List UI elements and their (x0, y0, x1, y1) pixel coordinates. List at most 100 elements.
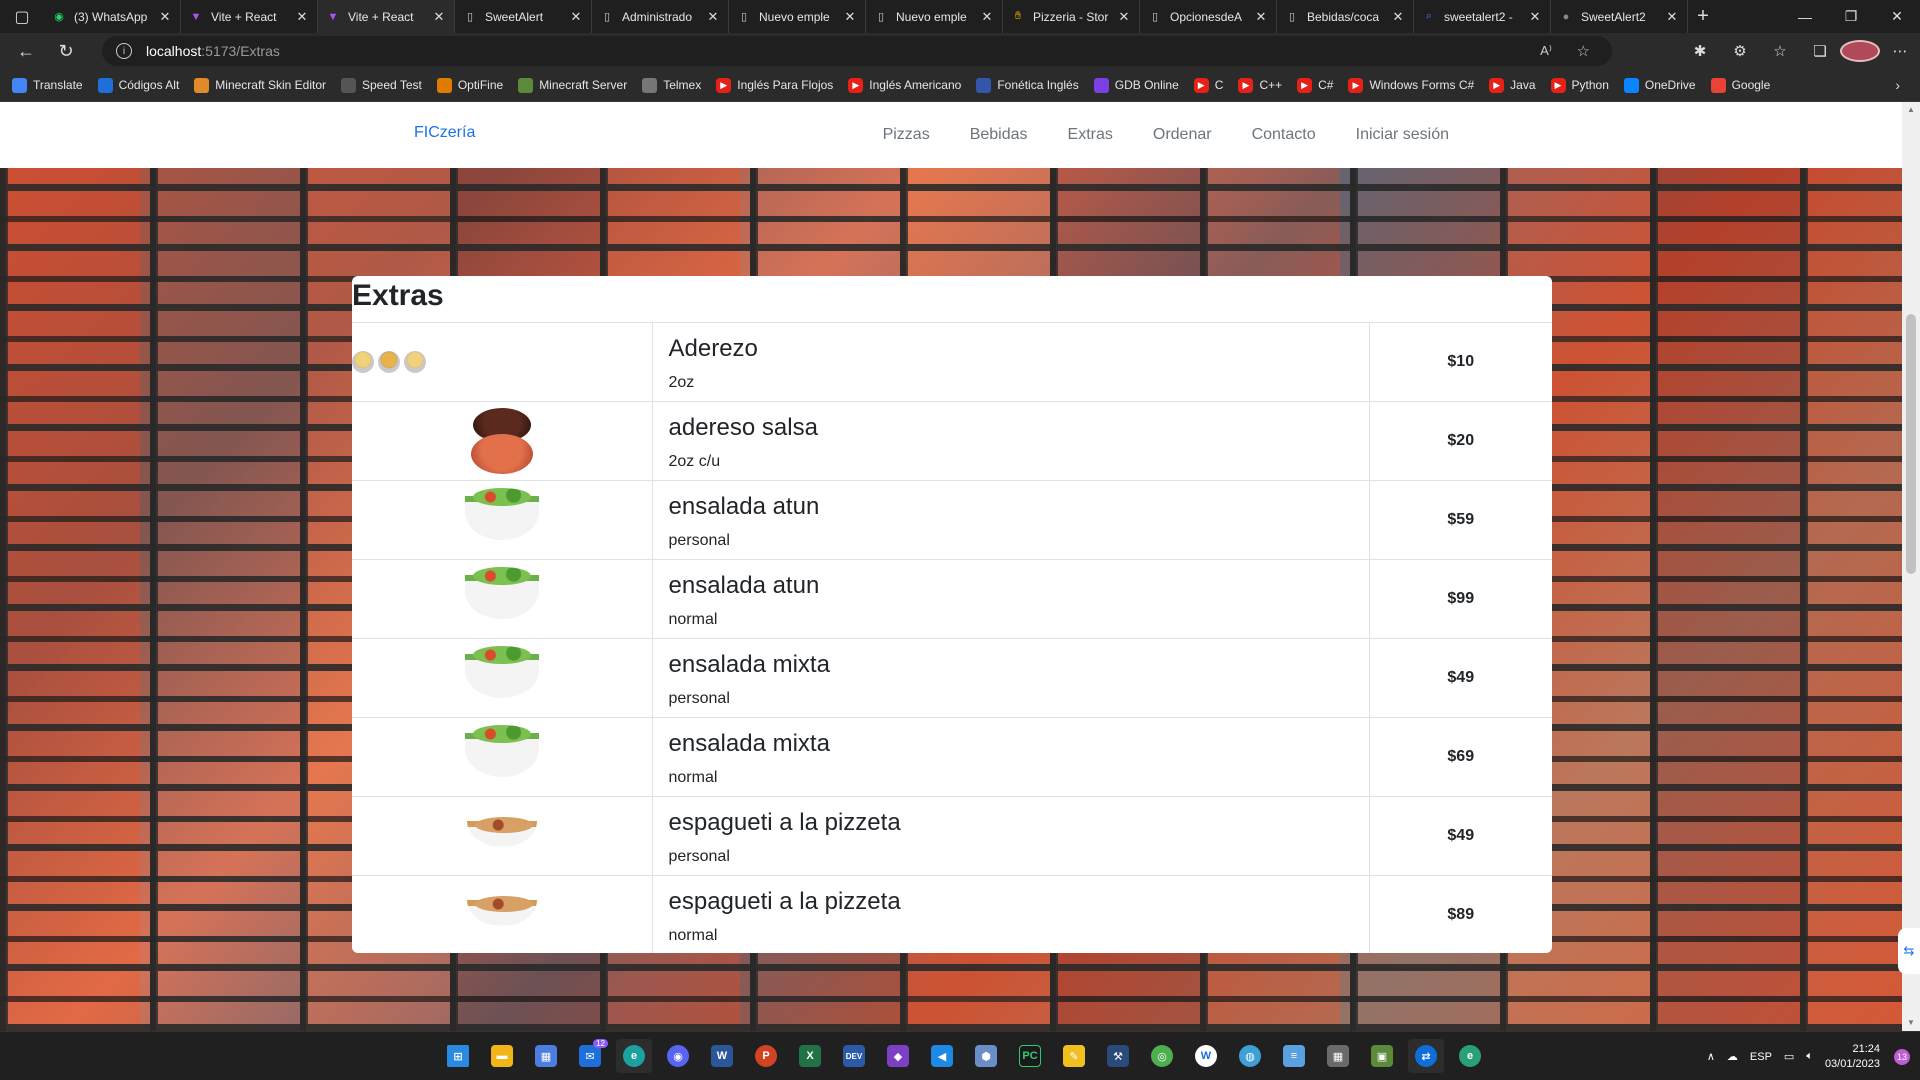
tab-3[interactable]: ▯ SweetAlert ✕ (455, 0, 592, 33)
collections-icon[interactable]: ❏ (1800, 42, 1840, 60)
start-icon[interactable]: ⊞ (440, 1039, 476, 1073)
favorite-13[interactable]: ▶ C# (1297, 77, 1333, 93)
nav-link-contacto[interactable]: Contacto (1232, 126, 1336, 144)
nav-link-ordenar[interactable]: Ordenar (1133, 126, 1232, 144)
network-icon[interactable]: ▭ (1784, 1050, 1794, 1063)
pycharm-icon[interactable]: PC (1012, 1039, 1048, 1073)
powerpoint-icon[interactable]: P (748, 1039, 784, 1073)
close-tab-icon[interactable]: ✕ (843, 9, 857, 25)
favorite-9[interactable]: Fonética Inglés (976, 77, 1079, 93)
devcpp-icon[interactable]: DEV (836, 1039, 872, 1073)
scroll-down-icon[interactable]: ▼ (1902, 1015, 1920, 1031)
tab-actions-icon[interactable]: ▢ (0, 0, 44, 33)
tab-6[interactable]: ▯ Nuevo emple ✕ (866, 0, 1003, 33)
favorites-icon[interactable]: ☆ (1760, 42, 1800, 60)
close-tab-icon[interactable]: ✕ (706, 9, 720, 25)
tab-4[interactable]: ▯ Administrado ✕ (592, 0, 729, 33)
favorite-18[interactable]: Google (1710, 77, 1770, 93)
app-w-icon[interactable]: W (1188, 1039, 1224, 1073)
teamviewer-icon[interactable]: ⇄ (1408, 1039, 1444, 1073)
extension-icon[interactable]: ✱ (1680, 42, 1720, 60)
nav-link-pizzas[interactable]: Pizzas (863, 126, 950, 144)
scroll-thumb[interactable] (1906, 314, 1916, 574)
profile-avatar[interactable] (1840, 40, 1880, 62)
close-tab-icon[interactable]: ✕ (569, 9, 583, 25)
favorite-6[interactable]: Telmex (642, 77, 701, 93)
more-menu-icon[interactable]: ⋯ (1880, 42, 1920, 60)
close-tab-icon[interactable]: ✕ (158, 9, 172, 25)
discord-icon[interactable]: ◉ (660, 1039, 696, 1073)
tab-8[interactable]: ▯ OpcionesdeA ✕ (1140, 0, 1277, 33)
favorite-17[interactable]: OneDrive (1623, 77, 1696, 93)
file-explorer-icon[interactable]: ▬ (484, 1039, 520, 1073)
sidebar-toggle-icon[interactable]: ⇆ (1898, 928, 1920, 974)
language-indicator[interactable]: ESP (1750, 1051, 1772, 1063)
brand-link[interactable]: FICzería (414, 124, 475, 142)
clock[interactable]: 21:24 03/01/2023 (1825, 1042, 1880, 1072)
tab-1[interactable]: ▼ Vite + React ✕ (181, 0, 318, 33)
favorite-5[interactable]: Minecraft Server (518, 77, 627, 93)
extensions-puzzle-icon[interactable]: ⚙ (1720, 42, 1760, 60)
minecraft-icon[interactable]: ▣ (1364, 1039, 1400, 1073)
mail-icon[interactable]: ✉ 12 (572, 1039, 608, 1073)
tab-11[interactable]: ● SweetAlert2 ✕ (1551, 0, 1688, 33)
close-window-icon[interactable]: ✕ (1874, 0, 1920, 33)
favorite-star-icon[interactable]: ☆ (1577, 42, 1590, 60)
favorite-16[interactable]: ▶ Python (1550, 77, 1609, 93)
edge-dev-icon[interactable]: e (1452, 1039, 1488, 1073)
tab-10[interactable]: ⌕ sweetalert2 - ✕ (1414, 0, 1551, 33)
nav-link-extras[interactable]: Extras (1048, 126, 1133, 144)
nav-link-iniciar-sesi-n[interactable]: Iniciar sesión (1336, 126, 1469, 144)
new-tab-button[interactable]: + (1688, 0, 1718, 33)
favorite-8[interactable]: ▶ Inglés Americano (848, 77, 961, 93)
notepad-icon[interactable]: ≡ (1276, 1039, 1312, 1073)
favorite-14[interactable]: ▶ Windows Forms C# (1348, 77, 1474, 93)
word-icon[interactable]: W (704, 1039, 740, 1073)
tab-7[interactable]: ✋︎ Pizzeria - Stor ✕ (1003, 0, 1140, 33)
favorite-10[interactable]: GDB Online (1093, 77, 1179, 93)
close-tab-icon[interactable]: ✕ (1528, 9, 1542, 25)
geany-icon[interactable]: ✎ (1056, 1039, 1092, 1073)
store-icon[interactable]: ▦ (528, 1039, 564, 1073)
favorite-2[interactable]: Minecraft Skin Editor (194, 77, 326, 93)
sql-icon[interactable]: ⚒ (1100, 1039, 1136, 1073)
close-tab-icon[interactable]: ✕ (1117, 9, 1131, 25)
tab-0[interactable]: ◉ (3) WhatsApp ✕ (44, 0, 181, 33)
volume-icon[interactable]: 🔈︎ (1806, 1050, 1813, 1063)
favorite-0[interactable]: Translate (12, 77, 83, 93)
vscode-icon[interactable]: ◀ (924, 1039, 960, 1073)
close-tab-icon[interactable]: ✕ (295, 9, 309, 25)
close-tab-icon[interactable]: ✕ (1254, 9, 1268, 25)
restore-icon[interactable]: ❐ (1828, 0, 1874, 33)
scroll-up-icon[interactable]: ▲ (1902, 102, 1920, 118)
globe-icon[interactable]: ◍ (1232, 1039, 1268, 1073)
nav-link-bebidas[interactable]: Bebidas (950, 126, 1048, 144)
minimize-icon[interactable]: — (1782, 0, 1828, 33)
site-info-icon[interactable]: i (116, 43, 132, 59)
favorites-overflow-icon[interactable]: › (1895, 77, 1900, 93)
back-icon[interactable]: ← (6, 33, 46, 69)
tab-2[interactable]: ▼ Vite + React ✕ (318, 0, 455, 33)
tab-9[interactable]: ▯ Bebidas/coca ✕ (1277, 0, 1414, 33)
notification-badge[interactable]: 13 (1894, 1048, 1910, 1065)
virtualbox-icon[interactable]: ⬢ (968, 1039, 1004, 1073)
favorite-1[interactable]: Códigos Alt (97, 77, 179, 93)
visual-studio-icon[interactable]: ◆ (880, 1039, 916, 1073)
calculator-icon[interactable]: ▦ (1320, 1039, 1356, 1073)
refresh-icon[interactable]: ↻ (46, 33, 86, 69)
favorite-3[interactable]: Speed Test (341, 77, 422, 93)
favorite-15[interactable]: ▶ Java (1489, 77, 1536, 93)
close-tab-icon[interactable]: ✕ (1391, 9, 1405, 25)
url-input[interactable]: i localhost:5173/Extras A⁾ ☆ (102, 36, 1612, 66)
close-tab-icon[interactable]: ✕ (432, 9, 446, 25)
favorite-11[interactable]: ▶ C (1193, 77, 1223, 93)
read-aloud-icon[interactable]: A⁾ (1540, 43, 1552, 59)
chrome-icon[interactable]: ◎ (1144, 1039, 1180, 1073)
favorite-4[interactable]: OptiFine (436, 77, 503, 93)
page-scrollbar[interactable]: ▲ ▼ (1902, 102, 1920, 1031)
favorite-12[interactable]: ▶ C++ (1238, 77, 1282, 93)
edge-icon[interactable]: e (616, 1039, 652, 1073)
close-tab-icon[interactable]: ✕ (980, 9, 994, 25)
close-tab-icon[interactable]: ✕ (1665, 9, 1679, 25)
excel-icon[interactable]: X (792, 1039, 828, 1073)
